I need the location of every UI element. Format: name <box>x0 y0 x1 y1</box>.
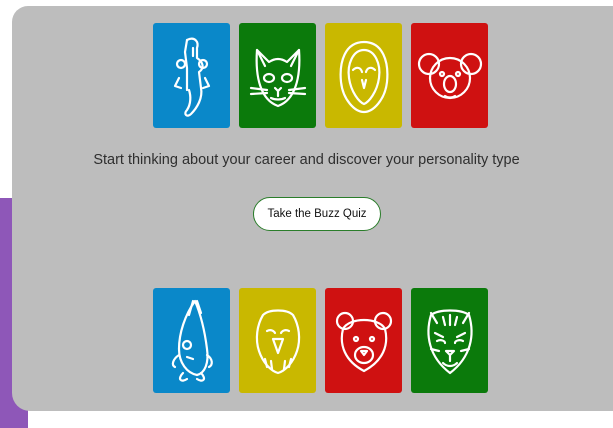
seahorse-card <box>153 23 230 128</box>
fish-icon <box>171 299 213 382</box>
animal-cards-bottom <box>153 288 488 393</box>
eagle-card <box>239 288 316 393</box>
eagle-icon <box>255 309 300 375</box>
koala-card <box>411 23 488 128</box>
fish-card <box>153 288 230 393</box>
tagline: Start thinking about your career and dis… <box>93 152 520 168</box>
koala-icon <box>417 52 482 100</box>
bear-card <box>325 288 402 393</box>
animal-cards-top <box>153 23 488 128</box>
bear-icon <box>335 311 392 373</box>
cat-card <box>239 23 316 128</box>
seahorse-icon <box>173 37 210 117</box>
take-quiz-button[interactable]: Take the Buzz Quiz <box>253 197 381 231</box>
cat-icon <box>249 48 306 108</box>
owl-icon <box>339 40 388 114</box>
owl-card <box>325 23 402 128</box>
tiger-icon <box>426 309 473 375</box>
tiger-card <box>411 288 488 393</box>
